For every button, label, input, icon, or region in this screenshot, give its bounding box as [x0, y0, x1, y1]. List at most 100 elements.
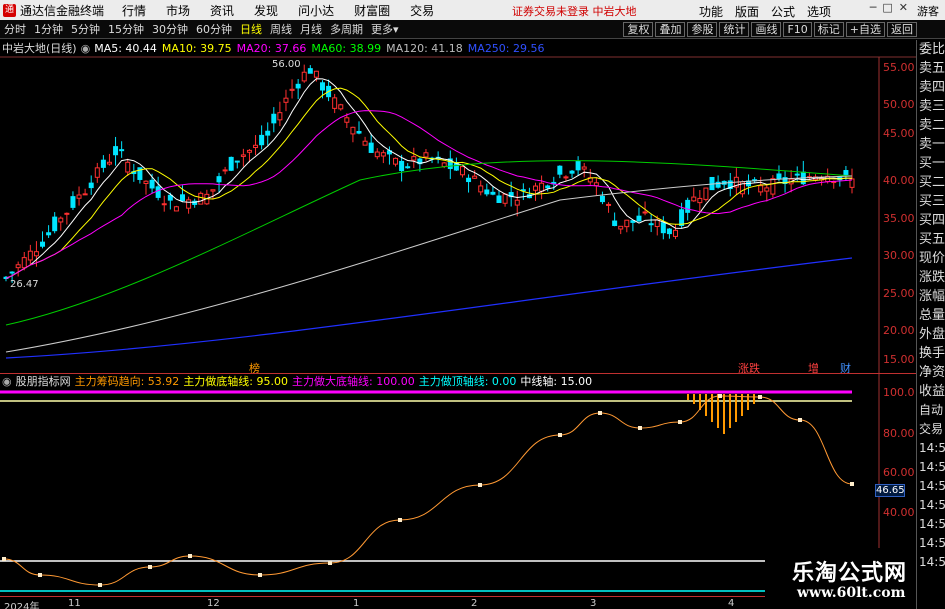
quote-panel-item[interactable]: 14:56: [917, 477, 945, 496]
indicator-mid-axis: 中线轴: 15.00: [520, 375, 593, 388]
candle-body: [76, 194, 82, 199]
candle-body: [70, 196, 76, 208]
quote-panel-item[interactable]: 买四: [917, 211, 945, 230]
quote-panel-item[interactable]: 14:56: [917, 553, 945, 572]
quote-panel-item[interactable]: 卖五: [917, 59, 945, 78]
candle-body: [265, 130, 271, 136]
candle-body: [180, 194, 186, 202]
indicator-y-tick: 80.00: [883, 427, 915, 440]
time-tick: 11: [68, 598, 81, 609]
candle-body: [259, 134, 265, 146]
quote-panel-item[interactable]: 涨跌: [917, 268, 945, 287]
candle-body: [33, 251, 39, 257]
candle-body: [52, 216, 58, 232]
quote-panel-item[interactable]: 换手: [917, 344, 945, 363]
ma10-value: MA10: 39.75: [161, 41, 232, 55]
candle-body: [502, 193, 508, 204]
candle-body: [161, 203, 167, 206]
candle-body: [441, 162, 447, 168]
y-tick: 50.00: [883, 98, 915, 111]
quote-panel-item[interactable]: 交易: [917, 420, 945, 439]
quote-panel-item[interactable]: 14:56: [917, 439, 945, 458]
candle-body: [362, 140, 368, 146]
candle-body: [307, 68, 313, 74]
quote-panel-item[interactable]: 14:56: [917, 458, 945, 477]
settings-circle-icon[interactable]: ◉: [81, 42, 91, 55]
ma120-value: MA120: 41.18: [386, 41, 463, 55]
indicator-y-tick: 100.0: [883, 386, 915, 399]
trend-dot: [328, 561, 332, 565]
watermark-title: 乐淘公式网: [792, 561, 908, 586]
candle-body: [606, 203, 612, 206]
quote-panel-item[interactable]: 收益: [917, 382, 945, 401]
candle-body: [94, 167, 100, 178]
indicator-settings-icon[interactable]: ◉: [2, 375, 12, 388]
candle-body: [234, 160, 240, 163]
candle-body: [143, 180, 149, 184]
candle-body: [113, 146, 119, 156]
quote-panel-item[interactable]: 14:56: [917, 496, 945, 515]
quote-panel-item[interactable]: 卖三: [917, 97, 945, 116]
y-tick: 35.00: [883, 212, 915, 225]
ma-info-bar: 中岩大地(日线) ◉ MA5: 40.44 MA10: 39.75 MA20: …: [0, 40, 916, 56]
candle-body: [466, 177, 472, 183]
candle-body: [149, 179, 155, 189]
candle-body: [539, 182, 545, 192]
quote-panel-item[interactable]: 卖四: [917, 78, 945, 97]
candle-body: [21, 257, 27, 269]
quote-side-panel: 委比 卖五 卖四 卖三 卖二 卖一 买一 买二 买三 买四 买五 现价 涨跌 涨幅 总量 外盘 换手 净资 收益 自动…: [916, 40, 945, 609]
candle-body: [283, 97, 289, 103]
candle-body: [46, 232, 52, 236]
quote-panel-item[interactable]: 自动: [917, 401, 945, 420]
trend-dot: [258, 573, 262, 577]
candle-body: [685, 199, 691, 213]
quote-panel-item[interactable]: 买一: [917, 154, 945, 173]
candle-body: [593, 182, 599, 187]
quote-panel-item[interactable]: 14:56: [917, 515, 945, 534]
quote-panel-item[interactable]: 买二: [917, 173, 945, 192]
candle-body: [332, 97, 338, 109]
candle-body: [399, 160, 405, 172]
candle-body: [490, 191, 496, 195]
candle-body: [569, 170, 575, 174]
indicator-name[interactable]: 股朋指标网: [16, 373, 71, 389]
trend-dot: [850, 482, 854, 486]
quote-panel-item[interactable]: 委比: [917, 40, 945, 59]
quote-panel-item[interactable]: 净资: [917, 363, 945, 382]
candle-body: [228, 156, 234, 171]
quote-panel-item[interactable]: 涨幅: [917, 287, 945, 306]
quote-panel-item[interactable]: 买五: [917, 230, 945, 249]
ma120-line: [5, 175, 853, 353]
candle-body: [88, 182, 94, 189]
stock-label[interactable]: 中岩大地(日线): [0, 40, 77, 56]
y-tick: 40.00: [883, 174, 915, 187]
candle-body: [648, 223, 654, 226]
candle-body: [618, 225, 624, 230]
candle-body: [660, 222, 666, 234]
time-tick: 2: [471, 598, 478, 609]
candle-body: [40, 241, 46, 247]
quote-panel-item[interactable]: 外盘: [917, 325, 945, 344]
candle-body: [758, 185, 764, 193]
quote-panel-item[interactable]: 现价: [917, 249, 945, 268]
candle-body: [533, 185, 539, 191]
y-tick: 15.00: [883, 353, 915, 366]
quote-panel-item[interactable]: 买三: [917, 192, 945, 211]
quote-panel-item[interactable]: 卖一: [917, 135, 945, 154]
candle-body: [319, 82, 325, 91]
candle-body: [764, 187, 770, 192]
y-tick: 25.00: [883, 287, 915, 300]
candle-body: [15, 264, 21, 269]
kline-chart[interactable]: [0, 0, 945, 609]
quote-panel-item[interactable]: 总量: [917, 306, 945, 325]
quote-panel-item[interactable]: 卖二: [917, 116, 945, 135]
candle-body: [58, 217, 64, 223]
quote-panel-item[interactable]: 14:56: [917, 534, 945, 553]
candle-body: [125, 161, 131, 173]
trend-dot: [758, 395, 762, 399]
time-tick: 4: [728, 598, 735, 609]
trend-dot: [798, 418, 802, 422]
ma20-line: [5, 110, 853, 279]
trend-dot: [398, 518, 402, 522]
indicator-big-bottom-axis: 主力做大底轴线: 100.00: [292, 375, 415, 388]
